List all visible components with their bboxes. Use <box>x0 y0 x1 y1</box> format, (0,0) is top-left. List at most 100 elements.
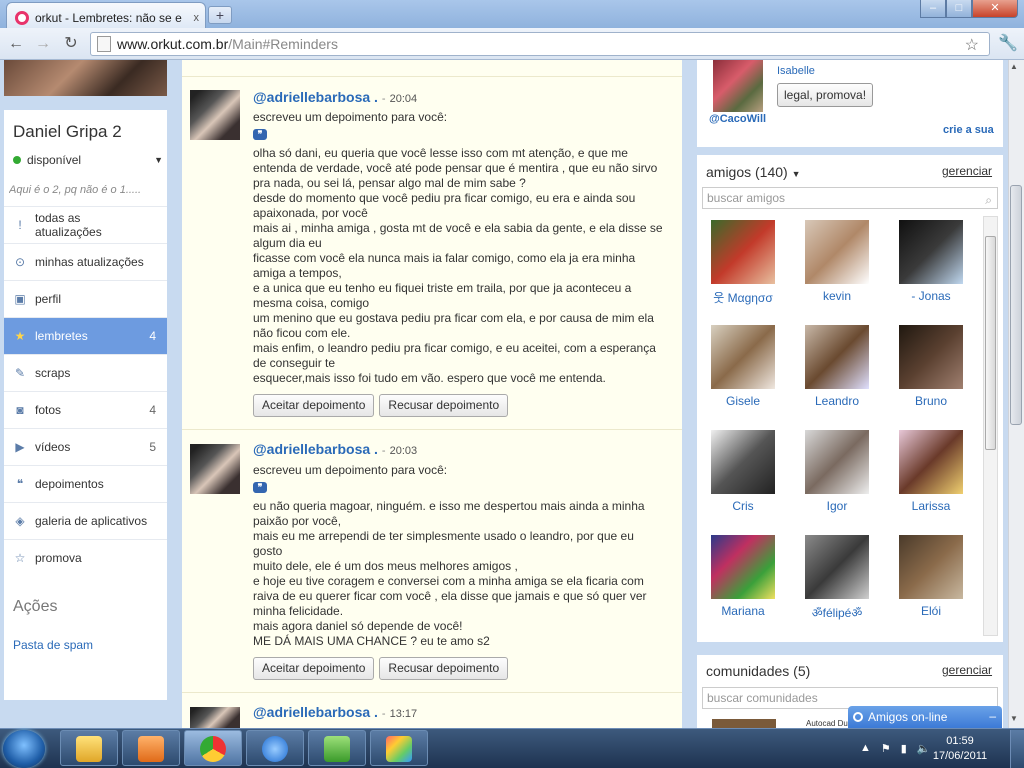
clock[interactable]: 01:59 17/06/2011 <box>930 734 990 764</box>
promo-author-link[interactable]: @CacoWill <box>709 113 766 125</box>
back-arrow-icon[interactable]: ← <box>5 33 27 55</box>
friend-photo[interactable] <box>805 535 869 599</box>
friend-name[interactable]: Larissa <box>898 499 964 513</box>
friend-search-input[interactable]: buscar amigos ⌕ <box>702 187 998 209</box>
sidebar-item-reminder[interactable]: ★ lembretes 4 <box>4 317 167 354</box>
friend-photo[interactable] <box>711 220 775 284</box>
paint-taskbar-button[interactable] <box>370 730 428 766</box>
accept-testimonial-button[interactable]: Aceitar depoimento <box>253 657 375 680</box>
friend-name[interactable]: Bruno <box>898 394 964 408</box>
start-button[interactable] <box>3 730 45 768</box>
sidebar-item-info[interactable]: ! todas as atualizações <box>4 206 167 243</box>
sidebar-item-video[interactable]: ▶ vídeos 5 <box>4 428 167 465</box>
sidebar-item-quote[interactable]: ❝ depoimentos <box>4 465 167 502</box>
tab-close-icon[interactable]: x <box>194 12 200 24</box>
window-minimize-button[interactable]: – <box>920 0 946 18</box>
media-player-taskbar-button[interactable] <box>122 730 180 766</box>
chrome-taskbar-button[interactable] <box>184 730 242 766</box>
friend-name[interactable]: 웃 Mαgησσ <box>710 289 776 306</box>
friend-name[interactable]: kevin <box>804 289 870 303</box>
messenger-taskbar-button[interactable] <box>308 730 366 766</box>
author-name[interactable]: @adriellebarbosa . <box>253 704 378 720</box>
friend-name[interactable]: Cris <box>710 499 776 513</box>
friend-photo[interactable] <box>711 535 775 599</box>
friend-card[interactable]: Mariana <box>710 535 776 618</box>
reject-testimonial-button[interactable]: Recusar depoimento <box>379 657 509 680</box>
friend-photo[interactable] <box>899 325 963 389</box>
friend-card[interactable]: - Jonas <box>898 220 964 303</box>
friend-photo[interactable] <box>899 220 963 284</box>
promo-photo[interactable] <box>713 60 763 112</box>
friend-card[interactable]: 웃 Mαgησσ <box>710 220 776 306</box>
browser-tab[interactable]: orkut - Lembretes: não se e x <box>6 2 206 28</box>
chat-minimize-icon[interactable]: – <box>989 705 996 727</box>
author-name[interactable]: @adriellebarbosa . <box>253 89 378 105</box>
reload-icon[interactable]: ↻ <box>60 33 82 55</box>
sidebar-item-scrap[interactable]: ✎ scraps <box>4 354 167 391</box>
profile-photo[interactable] <box>4 60 167 96</box>
friend-card[interactable]: Larissa <box>898 430 964 513</box>
friends-scrollbar-thumb[interactable] <box>985 236 996 450</box>
sidebar-item-profile-card[interactable]: ▣ perfil <box>4 280 167 317</box>
author-avatar[interactable] <box>190 90 240 140</box>
create-promo-link[interactable]: crie a sua <box>943 124 994 136</box>
forward-arrow-icon[interactable]: → <box>32 33 54 55</box>
friend-card[interactable]: Igor <box>804 430 870 513</box>
manage-friends-link[interactable]: gerenciar <box>942 164 992 178</box>
action-center-flag-icon[interactable]: ⚑ <box>881 742 891 755</box>
community-thumbnail[interactable] <box>712 719 776 728</box>
friend-photo[interactable] <box>711 430 775 494</box>
window-close-button[interactable]: ✕ <box>972 0 1018 18</box>
author-avatar[interactable] <box>190 707 240 728</box>
friend-photo[interactable] <box>711 325 775 389</box>
manage-communities-link[interactable]: gerenciar <box>942 663 992 677</box>
author-avatar[interactable] <box>190 444 240 494</box>
sidebar-item-broadcast[interactable]: ⊙ minhas atualizações <box>4 243 167 280</box>
friends-title[interactable]: amigos (140) ▼ <box>706 164 801 180</box>
reject-testimonial-button[interactable]: Recusar depoimento <box>379 394 509 417</box>
friend-name[interactable]: Leandro <box>804 394 870 408</box>
friend-photo[interactable] <box>899 430 963 494</box>
user-name[interactable]: Daniel Gripa 2 <box>13 122 122 142</box>
friend-name[interactable]: Mariana <box>710 604 776 618</box>
friend-photo[interactable] <box>805 430 869 494</box>
wrench-icon[interactable]: 🔧 <box>998 33 1018 53</box>
friend-card[interactable]: kevin <box>804 220 870 303</box>
friend-card[interactable]: Bruno <box>898 325 964 408</box>
page-scrollbar-thumb[interactable] <box>1010 185 1022 425</box>
star-icon[interactable]: ☆ <box>965 35 979 55</box>
accept-testimonial-button[interactable]: Aceitar depoimento <box>253 394 375 417</box>
friend-card[interactable]: ॐfélipéॐ <box>804 535 870 621</box>
status-message[interactable]: Aqui é o 2, pq não é o 1..... <box>9 184 164 196</box>
promo-name-link[interactable]: Isabelle <box>777 65 815 77</box>
sidebar-item-gamepad[interactable]: ◈ galeria de aplicativos <box>4 502 167 539</box>
friend-card[interactable]: Elói <box>898 535 964 618</box>
online-friends-chat-bar[interactable]: Amigos on-line – <box>848 706 1002 728</box>
sidebar-item-camera[interactable]: ◙ fotos 4 <box>4 391 167 428</box>
friend-photo[interactable] <box>899 535 963 599</box>
new-tab-button[interactable]: + <box>208 6 232 24</box>
show-hidden-icons-icon[interactable]: ▲ <box>860 742 871 755</box>
status-selector[interactable]: disponível ▼ <box>13 153 163 167</box>
internet-explorer-taskbar-button[interactable] <box>246 730 304 766</box>
friend-photo[interactable] <box>805 325 869 389</box>
volume-icon[interactable]: 🔈 <box>917 742 931 755</box>
promote-button[interactable]: legal, promova! <box>777 83 874 107</box>
friend-card[interactable]: Cris <box>710 430 776 513</box>
explorer-taskbar-button[interactable] <box>60 730 118 766</box>
scroll-up-icon[interactable]: ▲ <box>1010 62 1018 71</box>
show-desktop-button[interactable] <box>1010 730 1024 768</box>
friend-photo[interactable] <box>805 220 869 284</box>
friend-name[interactable]: Gisele <box>710 394 776 408</box>
network-signal-icon[interactable]: ▮ <box>901 742 907 755</box>
friend-name[interactable]: - Jonas <box>898 289 964 303</box>
author-name[interactable]: @adriellebarbosa . <box>253 441 378 457</box>
sidebar-item-promote[interactable]: ☆ promova <box>4 539 167 576</box>
friend-card[interactable]: Gisele <box>710 325 776 408</box>
friend-name[interactable]: Elói <box>898 604 964 618</box>
friend-name[interactable]: ॐfélipéॐ <box>804 604 870 621</box>
window-maximize-button[interactable]: □ <box>946 0 972 18</box>
friend-name[interactable]: Igor <box>804 499 870 513</box>
spam-folder-link[interactable]: Pasta de spam <box>13 638 93 652</box>
communities-title[interactable]: comunidades (5) <box>706 663 810 679</box>
